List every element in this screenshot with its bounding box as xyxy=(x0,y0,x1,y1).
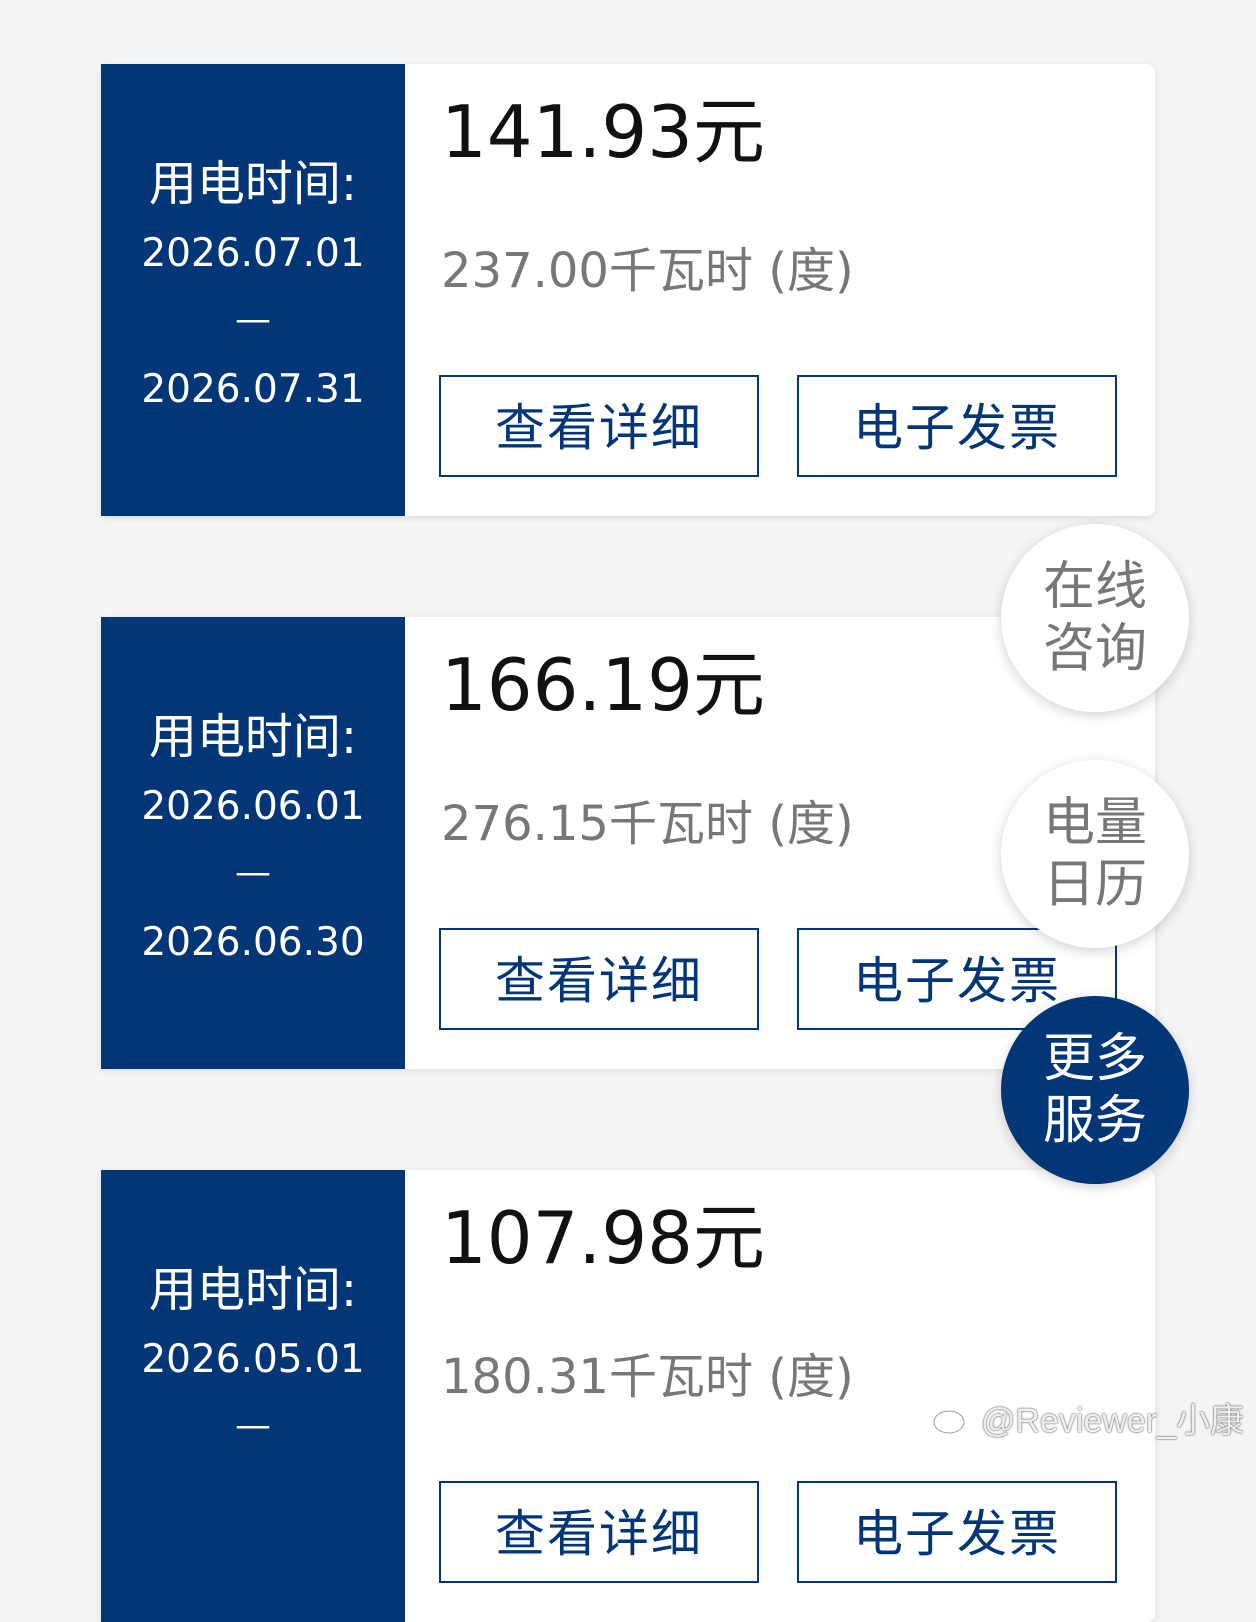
more-services-button[interactable]: 更多 服务 xyxy=(1001,996,1189,1184)
period-separator: — xyxy=(235,1405,271,1446)
bill-usage: 180.31千瓦时 (度) xyxy=(441,1349,854,1405)
e-invoice-button[interactable]: 电子发票 xyxy=(797,375,1117,477)
bill-amount: 166.19元 xyxy=(441,643,765,727)
more-services-line2: 服务 xyxy=(1042,1091,1147,1151)
period-end-date: 2026.07.31 xyxy=(141,367,365,412)
period-start-date: 2026.06.01 xyxy=(141,784,365,829)
bill-card: 用电时间: 2026.07.01 — 2026.07.31 141.93元 23… xyxy=(101,64,1155,516)
period-label: 用电时间: xyxy=(148,156,358,212)
period-label: 用电时间: xyxy=(148,1262,358,1318)
period-start-date: 2026.05.01 xyxy=(141,1337,365,1382)
view-detail-button[interactable]: 查看详细 xyxy=(439,375,759,477)
view-detail-button[interactable]: 查看详细 xyxy=(439,1481,759,1583)
power-calendar-line1: 电量 xyxy=(1042,793,1147,853)
period-label: 用电时间: xyxy=(148,709,358,765)
period-start-date: 2026.07.01 xyxy=(141,231,365,276)
period-end-date: 2026.06.30 xyxy=(141,920,365,965)
bill-usage: 276.15千瓦时 (度) xyxy=(441,796,854,852)
online-consult-button[interactable]: 在线 咨询 xyxy=(1001,524,1189,712)
e-invoice-button[interactable]: 电子发票 xyxy=(797,1481,1117,1583)
period-separator: — xyxy=(235,299,271,340)
watermark-text: @Reviewer_小康 xyxy=(980,1402,1244,1440)
online-consult-line2: 咨询 xyxy=(1042,619,1147,679)
watermark: @Reviewer_小康 xyxy=(931,1393,1244,1442)
bill-period-panel: 用电时间: 2026.07.01 — 2026.07.31 xyxy=(101,64,405,516)
bill-amount: 141.93元 xyxy=(441,90,765,174)
bill-usage: 237.00千瓦时 (度) xyxy=(441,243,854,299)
bill-period-panel: 用电时间: 2026.06.01 — 2026.06.30 xyxy=(101,617,405,1069)
more-services-line1: 更多 xyxy=(1042,1029,1147,1089)
bill-amount: 107.98元 xyxy=(441,1196,765,1280)
bill-period-panel: 用电时间: 2026.05.01 — xyxy=(101,1170,405,1622)
power-calendar-button[interactable]: 电量 日历 xyxy=(1001,760,1189,948)
weibo-icon xyxy=(932,1404,973,1434)
view-detail-button[interactable]: 查看详细 xyxy=(439,928,759,1030)
period-separator: — xyxy=(235,852,271,893)
bill-card: 用电时间: 2026.06.01 — 2026.06.30 166.19元 27… xyxy=(101,617,1155,1069)
power-calendar-line2: 日历 xyxy=(1042,855,1147,915)
online-consult-line1: 在线 xyxy=(1042,557,1147,617)
